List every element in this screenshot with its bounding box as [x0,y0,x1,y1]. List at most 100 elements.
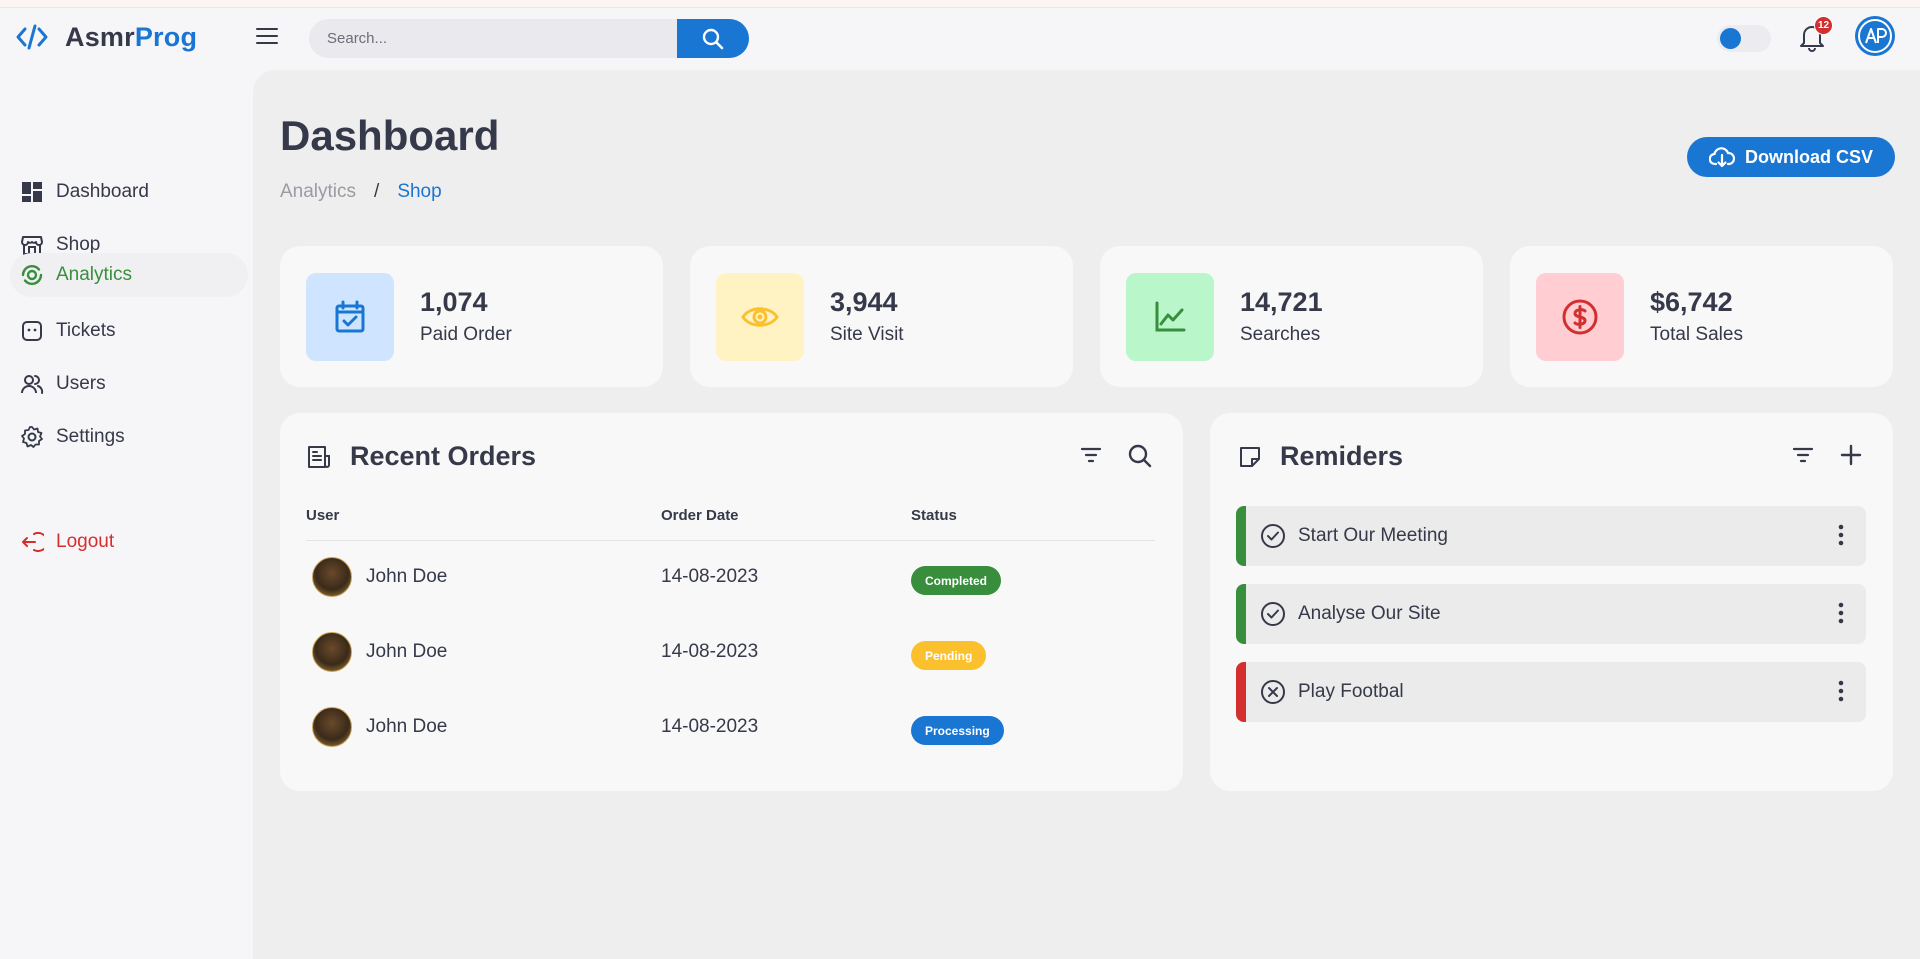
eye-icon [741,306,779,327]
add-reminder-button[interactable] [1839,443,1863,467]
row-order-date: 14-08-2023 [661,566,759,587]
notifications-button[interactable]: 12 [1798,16,1833,52]
avatar [312,557,352,597]
logout-icon [22,532,44,552]
breadcrumb-separator: / [374,181,380,202]
dashboard-icon [22,182,42,202]
search-bar [309,19,749,58]
filter-icon [1080,447,1102,463]
stat-card-total-sales: $6,742 Total Sales [1510,246,1893,387]
reminder-status-bar [1236,506,1246,566]
sidebar-item-dashboard[interactable]: Dashboard [10,170,248,214]
reminder-status-bar [1236,662,1246,722]
status-badge: Pending [911,641,987,670]
sidebar-item-label: Dashboard [56,181,149,202]
status-badge: Processing [911,716,1004,745]
column-header-user[interactable]: User [306,507,339,524]
page-title: Dashboard [280,112,500,159]
profile-avatar[interactable] [1855,16,1895,56]
table-row[interactable]: John Doe [312,632,447,672]
search-icon [1128,444,1152,468]
brand-logo[interactable]: AsmrProg [15,20,197,54]
reminders-header: Remiders [1238,441,1403,472]
row-order-date: 14-08-2023 [661,641,759,662]
cloud-download-icon [1708,147,1735,168]
stat-card-site-visit: 3,944 Site Visit [690,246,1073,387]
filter-icon [1792,447,1814,463]
table-row[interactable]: John Doe [312,707,447,747]
reminder-more-button[interactable] [1838,602,1844,630]
breadcrumb-shop[interactable]: Shop [397,181,441,203]
stat-value: $6,742 [1650,287,1733,317]
row-user-name: John Doe [366,641,448,662]
menu-toggle-button[interactable] [256,28,278,46]
sidebar: Dashboard Shop Analytics Tickets Users S… [0,70,253,959]
stat-icon-box [306,272,394,361]
stat-icon-box [1536,272,1624,361]
more-vertical-icon [1838,524,1844,546]
breadcrumb-analytics[interactable]: Analytics [280,181,356,203]
receipt-icon [308,445,330,468]
reminders-filter-button[interactable] [1791,443,1815,467]
analytics-icon [21,264,43,286]
reminder-item[interactable]: Analyse Our Site [1236,584,1866,644]
sidebar-item-settings[interactable]: Settings [10,415,248,459]
check-circle-icon [1261,524,1285,548]
logout-button[interactable]: Logout [10,520,248,564]
stat-card-searches: 14,721 Searches [1100,246,1483,387]
search-input[interactable] [309,19,677,58]
calendar-check-icon [335,300,365,332]
reminder-more-button[interactable] [1838,680,1844,708]
plus-icon [1840,444,1862,466]
avatar [312,707,352,747]
reminder-more-button[interactable] [1838,524,1844,552]
code-icon [16,24,48,50]
stat-icon-box [1126,272,1214,361]
row-order-date: 14-08-2023 [661,716,759,737]
theme-toggle[interactable] [1717,25,1771,52]
dollar-icon [1562,299,1598,334]
table-row[interactable]: John Doe [312,557,447,597]
column-header-order-date[interactable]: Order Date [661,507,739,524]
reminder-item[interactable]: Start Our Meeting [1236,506,1866,566]
chart-line-icon [1155,301,1186,331]
reminder-item[interactable]: Play Footbal [1236,662,1866,722]
stat-icon-box [716,272,804,361]
search-button[interactable] [677,19,749,58]
stat-value: 14,721 [1240,287,1323,317]
download-csv-button[interactable]: Download CSV [1687,137,1895,177]
gear-icon [21,426,43,448]
stat-label: Site Visit [830,324,904,345]
table-divider [306,540,1155,541]
download-csv-label: Download CSV [1744,146,1873,167]
recent-orders-title: Recent Orders [350,441,537,471]
sidebar-item-label: Users [56,373,106,394]
reminders-toolbar [1791,443,1863,467]
more-vertical-icon [1838,680,1844,702]
reminder-status-bar [1236,584,1246,644]
notification-count-badge: 12 [1814,16,1833,35]
column-header-status[interactable]: Status [911,507,957,524]
sidebar-item-label: Settings [56,426,125,447]
stat-card-paid-order: 1,074 Paid Order [280,246,663,387]
search-icon [702,28,724,49]
stat-label: Total Sales [1650,324,1743,345]
logout-label: Logout [56,531,115,552]
orders-filter-button[interactable] [1079,443,1103,469]
menu-icon [256,28,278,30]
more-vertical-icon [1838,602,1844,624]
avatar [312,632,352,672]
sidebar-item-users[interactable]: Users [10,362,248,406]
row-user-name: John Doe [366,716,448,737]
sidebar-item-analytics[interactable]: Analytics [10,253,248,297]
ticket-icon [22,321,42,341]
avatar-logo-icon [1858,19,1892,53]
note-icon [1240,446,1260,467]
sidebar-item-label: Analytics [56,264,133,285]
reminder-label: Analyse Our Site [1298,603,1441,624]
sidebar-item-tickets[interactable]: Tickets [10,309,248,353]
toggle-knob [1720,28,1741,49]
orders-search-button[interactable] [1127,443,1153,469]
reminder-label: Play Footbal [1298,681,1404,702]
x-circle-icon [1261,680,1285,704]
